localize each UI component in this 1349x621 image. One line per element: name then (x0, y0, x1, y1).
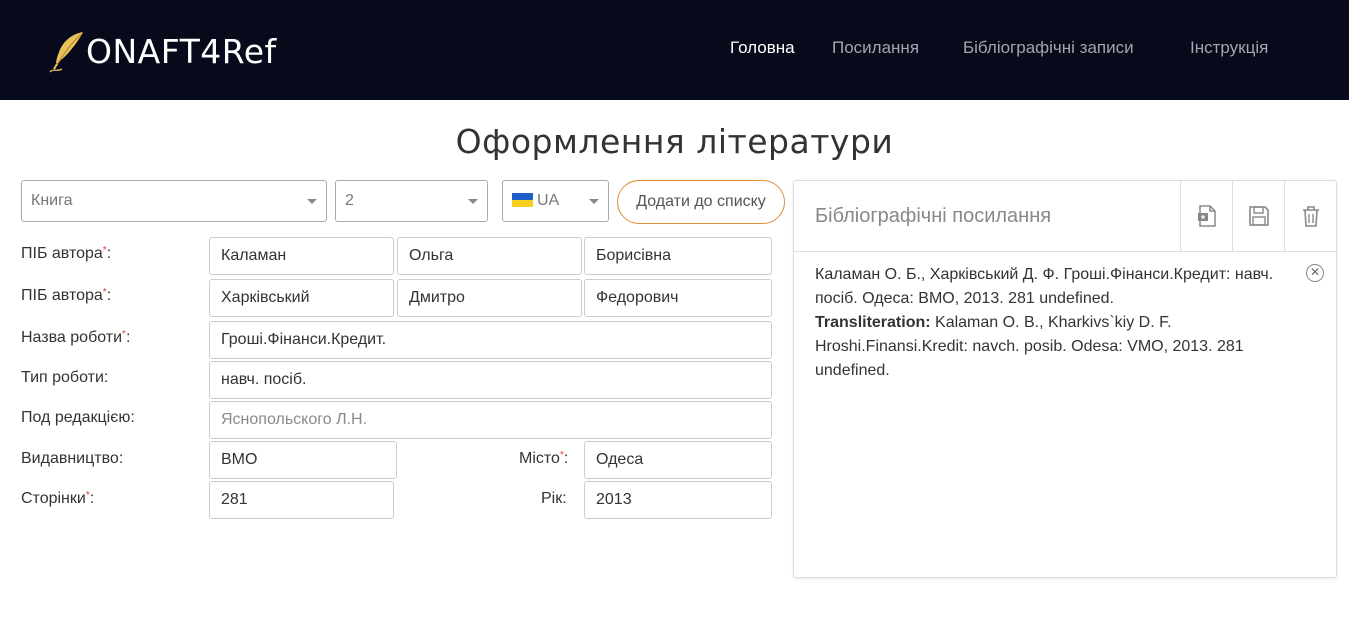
export-document-button[interactable] (1180, 181, 1232, 251)
panel-header: Бібліографічні посилання (794, 181, 1336, 252)
bibliography-entry: Каламан О. Б., Харківський Д. Ф. Гроші.Ф… (815, 263, 1285, 383)
save-icon (1248, 206, 1269, 226)
year-field[interactable]: 2013 (584, 481, 772, 519)
author-2-middle-name-field[interactable]: Федорович (584, 279, 772, 317)
publisher-field[interactable]: ВМО (209, 441, 397, 479)
author-1-middle-name-field[interactable]: Борисівна (584, 237, 772, 275)
nav-links[interactable]: Посилання (832, 38, 919, 58)
delete-all-button[interactable] (1284, 181, 1336, 251)
save-button[interactable] (1232, 181, 1284, 251)
year-label: Рік: (541, 490, 567, 507)
editor-label: Под редакцією: (21, 409, 135, 426)
transliteration-label: Transliteration: (815, 314, 931, 331)
panel-title: Бібліографічні посилання (815, 205, 1052, 227)
bibliography-panel: Бібліографічні посилання Каламан О. Б., … (793, 180, 1337, 578)
language-value: UA (537, 192, 560, 209)
add-to-list-button[interactable]: Додати до списку (617, 180, 785, 224)
author-count-value: 2 (345, 192, 354, 209)
transliteration: Transliteration: Kalaman O. B., Kharkivs… (815, 311, 1285, 383)
chevron-down-icon (589, 199, 599, 204)
publisher-label: Видавництво: (21, 450, 124, 467)
nav-bibliographic-records[interactable]: Бібліографічні записи (963, 38, 1134, 58)
entry-text: Каламан О. Б., Харківський Д. Ф. Гроші.Ф… (815, 266, 1274, 307)
language-select[interactable]: UA (502, 180, 609, 222)
pages-label: Сторінки*: (21, 490, 95, 507)
trash-icon (1302, 206, 1319, 227)
work-type-field[interactable]: навч. посіб. (209, 361, 772, 399)
chevron-down-icon (307, 199, 317, 204)
author-1-label: ПІБ автора*: (21, 245, 112, 262)
document-icon (1197, 205, 1216, 227)
work-title-label: Назва роботи*: (21, 329, 131, 346)
quill-pen-icon (49, 32, 83, 73)
remove-entry-icon[interactable]: ✕ (1306, 264, 1324, 282)
author-1-last-name-field[interactable]: Каламан (209, 237, 394, 275)
nav-home[interactable]: Головна (730, 38, 795, 58)
city-field[interactable]: Одеса (584, 441, 772, 479)
city-label: Місто*: (519, 450, 569, 467)
navbar: ONAFT4Ref Головна Посилання Бібліографіч… (0, 0, 1349, 100)
chevron-down-icon (468, 199, 478, 204)
author-count-select[interactable]: 2 (335, 180, 488, 222)
brand-logo[interactable]: ONAFT4Ref (46, 28, 277, 74)
author-2-label: ПІБ автора*: (21, 287, 112, 304)
editor-field[interactable]: Яснопольского Л.Н. (209, 401, 772, 439)
ukraine-flag-icon (512, 193, 533, 207)
pages-field[interactable]: 281 (209, 481, 394, 519)
page-title: Оформлення літератури (455, 122, 894, 161)
nav-instructions[interactable]: Інструкція (1190, 38, 1268, 58)
source-type-value: Книга (31, 192, 73, 209)
author-2-first-name-field[interactable]: Дмитро (397, 279, 582, 317)
brand-name: ONAFT4Ref (86, 31, 277, 71)
work-type-label: Тип роботи: (21, 369, 109, 386)
source-type-select[interactable]: Книга (21, 180, 327, 222)
work-title-field[interactable]: Гроші.Фінанси.Кредит. (209, 321, 772, 359)
author-2-last-name-field[interactable]: Харківський (209, 279, 394, 317)
author-1-first-name-field[interactable]: Ольга (397, 237, 582, 275)
